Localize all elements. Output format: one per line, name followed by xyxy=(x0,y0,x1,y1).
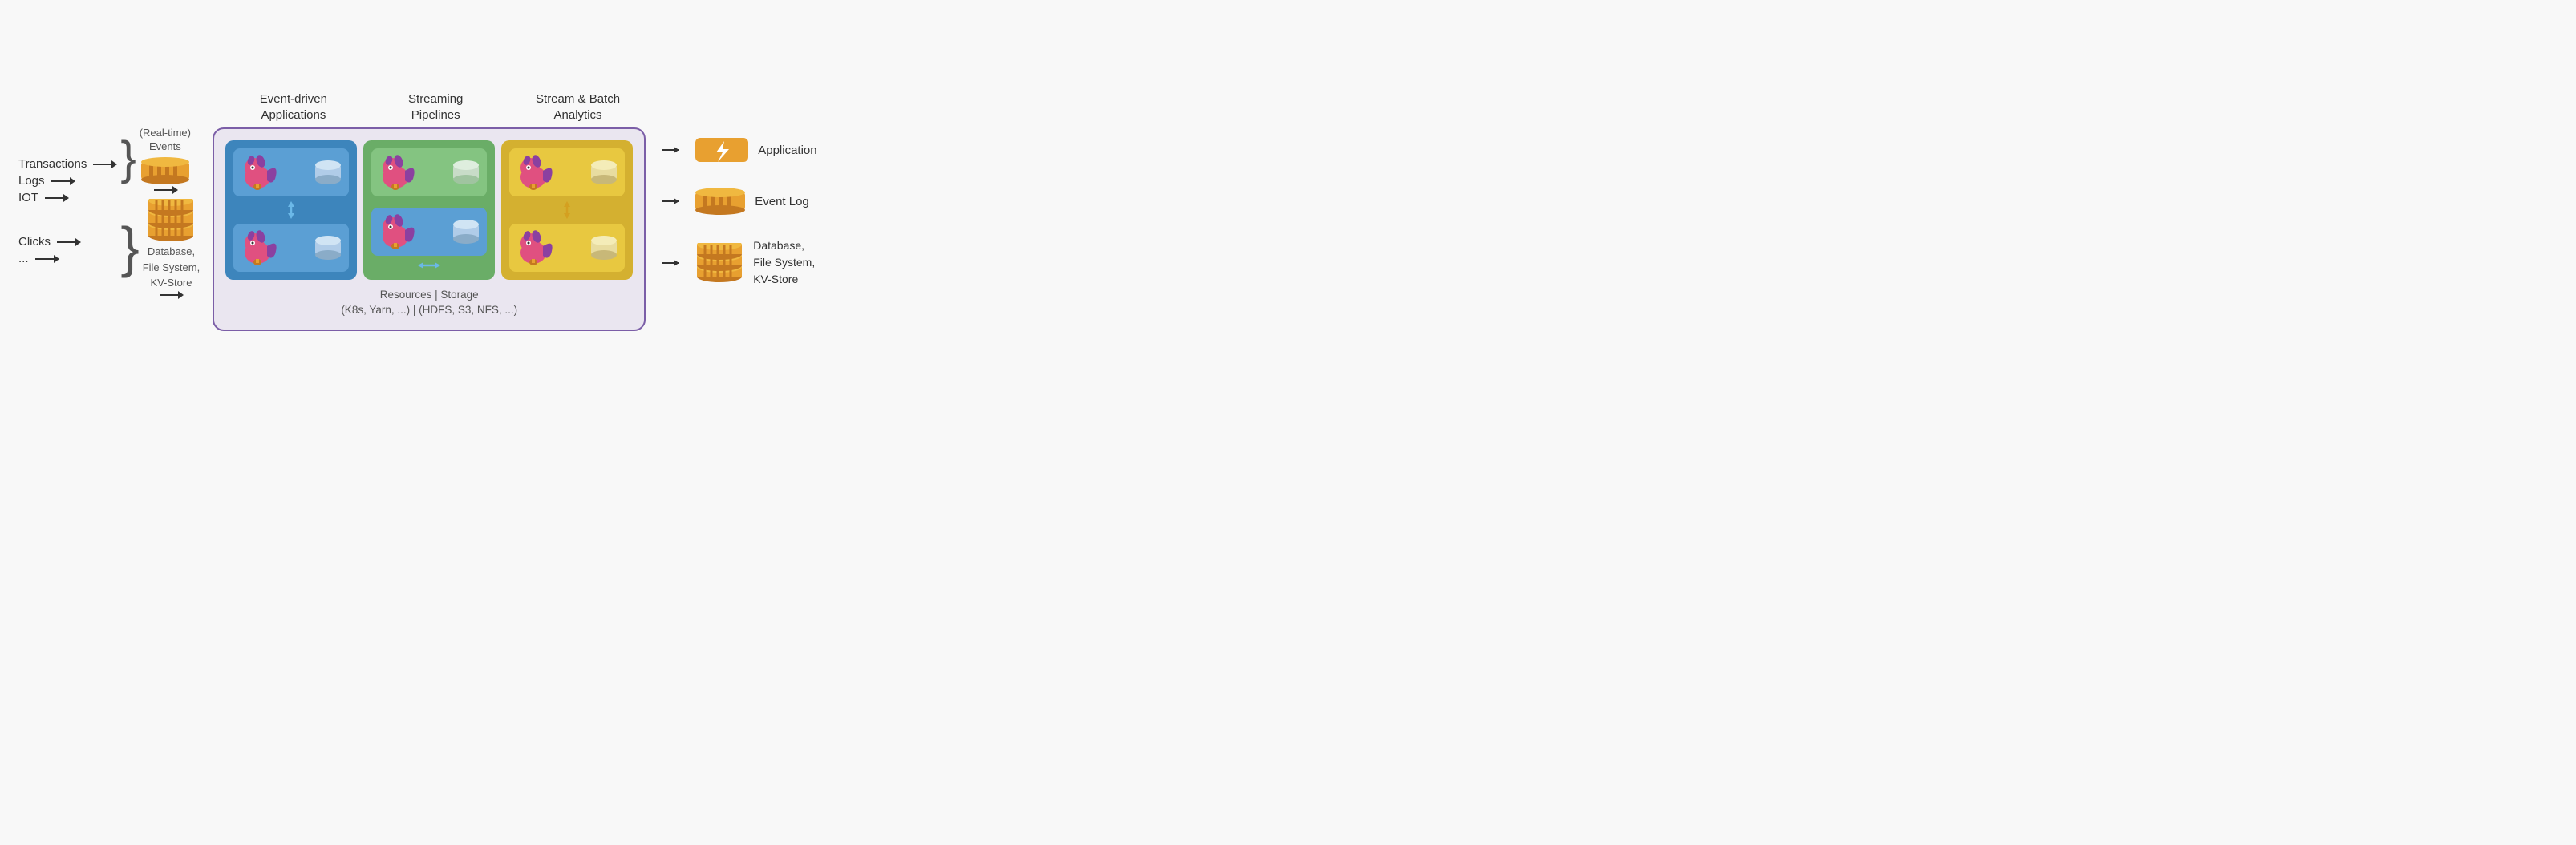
flink-squirrel-3 xyxy=(378,155,415,190)
event-log-icon xyxy=(694,186,747,216)
source-iot: IOT xyxy=(18,191,115,204)
output-arrow-2-icon xyxy=(662,200,686,202)
blue-cell-top xyxy=(233,148,349,196)
bidir-h-arrow-icon xyxy=(418,259,440,272)
db-brace-group: } xyxy=(120,199,200,296)
blue-col-top xyxy=(225,140,357,280)
source-transactions: Transactions xyxy=(18,157,115,171)
db-cylinder-5 xyxy=(589,159,618,186)
source-label: Logs xyxy=(18,174,45,188)
bidir-v-arrow-icon xyxy=(283,201,299,219)
bidir-v-arrow-yellow-icon xyxy=(559,201,575,219)
yellow-col xyxy=(501,140,633,280)
brace-db: } xyxy=(120,219,139,275)
events-icon-group: (Real-time)Events xyxy=(140,127,191,191)
flink-squirrel-5 xyxy=(516,155,553,190)
green-bottom-spacer xyxy=(371,201,487,272)
green-bottom-blue-cell xyxy=(371,208,487,256)
col-header-event-driven: Event-drivenApplications xyxy=(225,91,361,123)
bidir-arrow-horiz xyxy=(371,259,487,272)
output-eventlog: Event Log xyxy=(662,186,816,216)
db-cylinder-4 xyxy=(452,218,480,245)
blue-cell-bottom xyxy=(233,224,349,272)
application-icon xyxy=(694,135,750,165)
flink-squirrel-4 xyxy=(378,214,415,249)
db-icon-group: Database,File System,KV-Store xyxy=(143,199,200,296)
source-clicks: Clicks xyxy=(18,235,115,249)
database-stack-icon xyxy=(145,199,196,242)
db-cylinder-2 xyxy=(314,234,342,261)
column-headers: Event-drivenApplications StreamingPipeli… xyxy=(213,91,646,123)
flink-squirrel-2 xyxy=(240,230,277,265)
output-application-label: Application xyxy=(758,144,816,157)
events-label: (Real-time)Events xyxy=(140,127,191,154)
output-db-label: Database,File System,KV-Store xyxy=(753,237,815,288)
events-brace-group: } (Real-time)Events xyxy=(120,127,191,191)
source-label: IOT xyxy=(18,191,38,204)
db-cylinder-1 xyxy=(314,159,342,186)
kafka-icon xyxy=(140,156,191,186)
output-arrow-3-icon xyxy=(662,262,686,264)
bidir-arrow-vertical-blue xyxy=(233,201,349,219)
main-area: Event-drivenApplications StreamingPipeli… xyxy=(213,91,646,331)
yellow-cell-top xyxy=(509,148,625,196)
flink-squirrel-1 xyxy=(240,155,277,190)
sources-column: Transactions Logs IOT Clicks ... xyxy=(18,157,115,265)
db-cylinder-3 xyxy=(452,159,480,186)
source-label: Transactions xyxy=(18,157,87,171)
col-header-streaming: StreamingPipelines xyxy=(368,91,504,123)
output-eventlog-label: Event Log xyxy=(755,195,809,208)
source-logs: Logs xyxy=(18,174,115,188)
db-stack-output-icon xyxy=(694,243,745,283)
green-col xyxy=(363,140,495,280)
source-label: Clicks xyxy=(18,235,51,249)
green-cell-top xyxy=(371,148,487,196)
yellow-cell-bottom xyxy=(509,224,625,272)
source-label: ... xyxy=(18,252,29,265)
db-cylinder-6 xyxy=(589,234,618,261)
bidir-arrow-vertical-yellow xyxy=(509,201,625,219)
outputs-section: Application Event Log xyxy=(662,135,816,288)
col-header-analytics: Stream & BatchAnalytics xyxy=(510,91,646,123)
main-box: Resources | Storage(K8s, Yarn, ...) | (H… xyxy=(213,127,646,331)
main-box-footer: Resources | Storage(K8s, Yarn, ...) | (H… xyxy=(225,288,633,318)
output-arrow-1-icon xyxy=(662,149,686,151)
top-row xyxy=(225,140,633,280)
main-diagram: Transactions Logs IOT Clicks ... xyxy=(18,91,1270,331)
output-database: Database,File System,KV-Store xyxy=(662,237,816,288)
flink-squirrel-6 xyxy=(516,230,553,265)
brace-events: } xyxy=(120,135,136,182)
brace-section: } (Real-time)Events xyxy=(120,127,200,295)
output-application: Application xyxy=(662,135,816,165)
source-etc: ... xyxy=(18,252,115,265)
db-label: Database,File System,KV-Store xyxy=(143,244,200,291)
